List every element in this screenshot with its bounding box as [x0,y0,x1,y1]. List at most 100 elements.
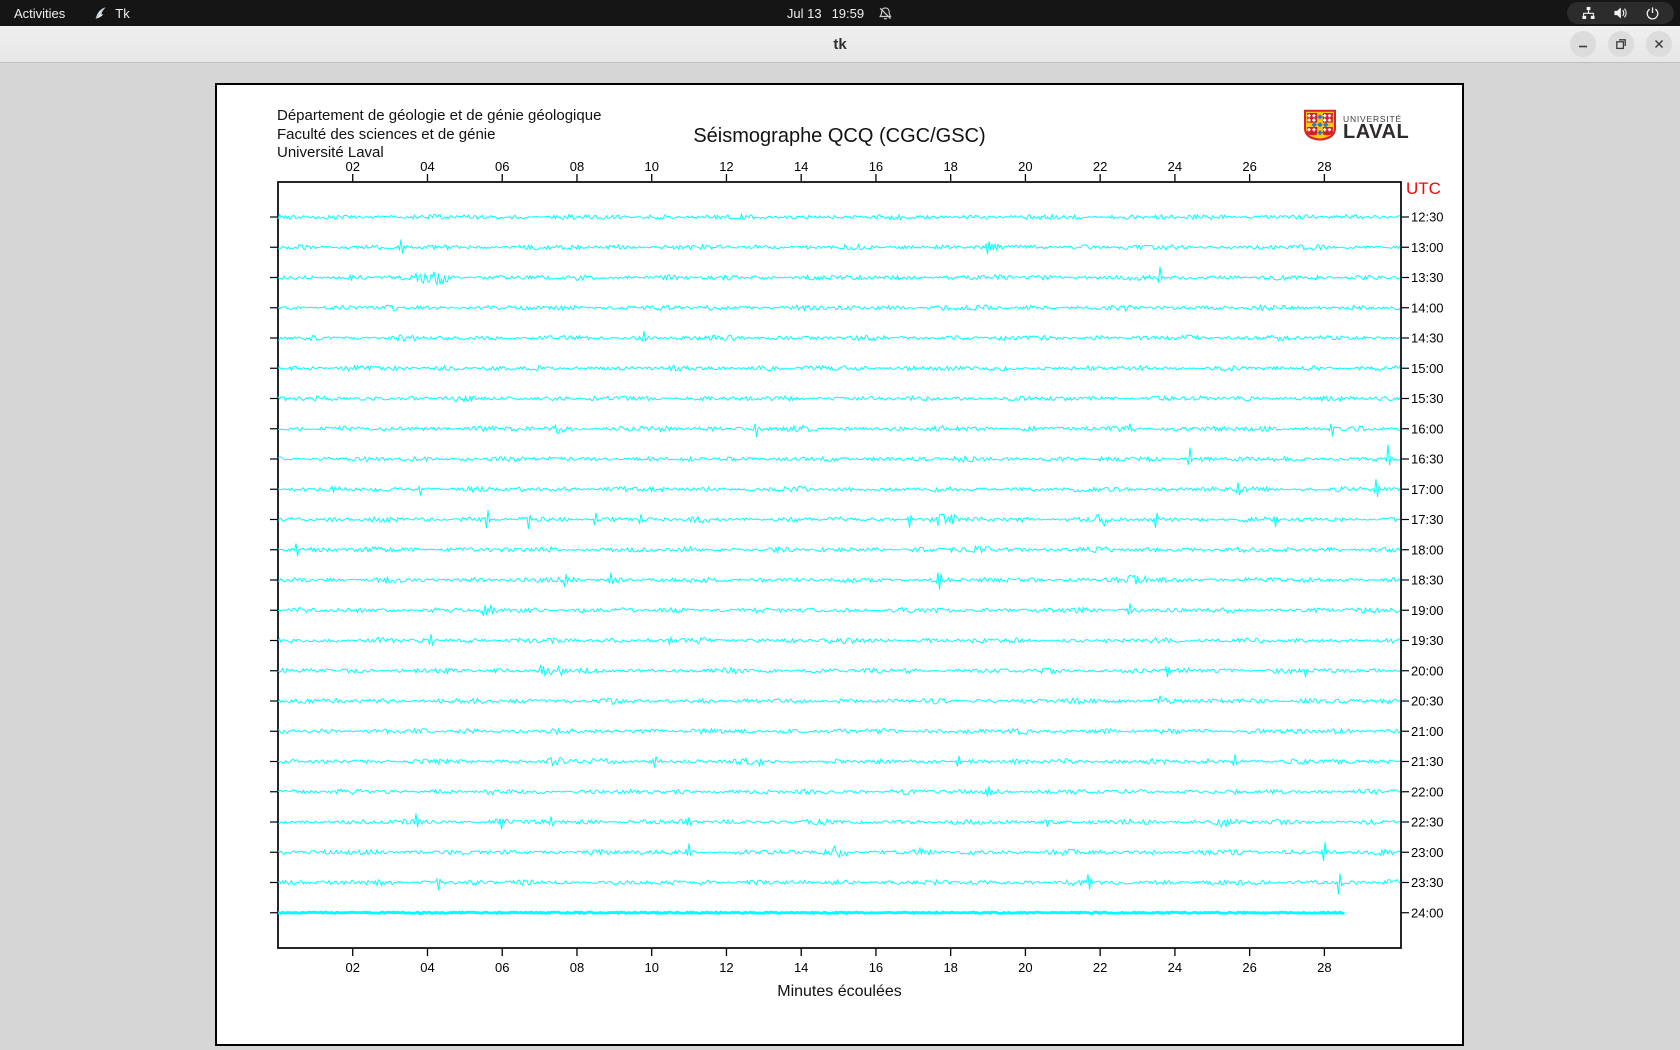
x-axis-tick-label-top: 18 [943,159,957,174]
power-icon [1645,6,1660,21]
seismogram-trace-16:30 [277,444,1401,466]
window-title: tk [833,35,847,53]
seismogram-trace-14:30 [277,330,1401,343]
x-axis-tick-label-bottom: 26 [1242,960,1256,975]
tk-app-label: Tk [115,5,130,21]
network-icon [1581,6,1596,20]
time-label: 14:30 [1411,331,1444,346]
x-axis-tick-label-bottom: 18 [943,960,957,975]
x-axis-tick-label-top: 20 [1018,159,1032,174]
system-tray[interactable] [1567,2,1674,24]
clock-time: 19:59 [831,5,865,21]
time-label: 21:00 [1411,724,1444,739]
seismogram-trace-15:30 [277,394,1401,403]
clock-date: Jul 13 [786,5,822,21]
x-axis-tick-label-bottom: 20 [1018,960,1032,975]
x-axis-tick-label-bottom: 06 [495,960,509,975]
time-label: 16:30 [1411,452,1444,467]
close-button[interactable] [1646,31,1672,57]
x-axis-caption: Minutes écoulées [777,983,902,1000]
x-axis-tick-label-bottom: 16 [869,960,883,975]
time-label: 19:00 [1411,603,1444,618]
time-label: 12:30 [1411,210,1444,225]
clock-button[interactable]: Jul 13 19:59 [787,0,893,26]
seismogram-trace-23:00 [277,841,1401,861]
time-label: 13:00 [1411,240,1444,255]
seismogram-trace-23:30 [277,873,1401,895]
x-axis-tick-label-top: 22 [1093,159,1107,174]
utc-axis-title: UTC [1406,179,1441,198]
tk-app-indicator[interactable]: Tk [93,0,130,26]
seismogram-trace-14:00 [277,303,1401,312]
seismogram-trace-24:00 [277,910,1345,916]
x-axis-tick-label-bottom: 22 [1093,960,1107,975]
seismogram-trace-15:00 [277,364,1401,373]
time-label: 21:30 [1411,754,1444,769]
seismogram-trace-20:00 [277,663,1401,678]
time-label: 15:30 [1411,391,1444,406]
window-content: Département de géologie et de génie géol… [0,63,1680,1050]
x-axis-tick-label-bottom: 12 [719,960,733,975]
seismogram-trace-19:00 [278,603,1401,617]
x-axis-tick-label-top: 08 [570,159,584,174]
x-axis-tick-label-top: 02 [346,159,360,174]
time-label: 14:00 [1411,300,1444,315]
seismogram-trace-22:00 [277,786,1400,797]
x-axis-tick-label-bottom: 02 [346,960,360,975]
seismogram-trace-17:00 [277,479,1401,497]
x-axis-tick-label-bottom: 14 [794,960,808,975]
x-axis-tick-label-top: 10 [644,159,658,174]
time-label: 17:30 [1411,512,1444,527]
time-label: 13:30 [1411,270,1444,285]
seismograph-chart: 02 02 04 04 06 06 08 08 10 10 12 12 14 14 16 16 18 18 20 20… [270,159,1444,975]
seismogram-trace-17:30 [277,509,1401,529]
time-label: 22:00 [1411,784,1444,799]
time-label: 20:00 [1411,663,1444,678]
time-label: 15:00 [1411,361,1444,376]
x-axis-tick-label-bottom: 10 [644,960,658,975]
seismogram-trace-22:30 [277,813,1401,830]
time-label: 17:00 [1411,482,1444,497]
time-label: 22:30 [1411,815,1444,830]
x-axis-tick-label-top: 12 [719,159,733,174]
maximize-button[interactable] [1608,31,1634,57]
x-axis-tick-label-bottom: 08 [570,960,584,975]
time-label: 18:00 [1411,542,1444,557]
activities-label: Activities [14,5,66,21]
x-axis-tick-label-bottom: 24 [1168,960,1182,975]
seismogram-trace-21:30 [277,754,1401,768]
seismogram-trace-16:00 [278,423,1401,438]
activities-button[interactable]: Activities [14,0,65,26]
x-axis-tick-label-bottom: 28 [1317,960,1331,975]
volume-icon [1613,6,1628,20]
seismogram-trace-12:30 [277,212,1401,222]
seismogram-trace-21:00 [277,727,1401,736]
x-axis-tick-label-top: 26 [1242,159,1256,174]
x-axis-tick-label-top: 04 [420,159,434,174]
time-label: 16:00 [1411,421,1444,436]
seismogram-trace-18:00 [277,543,1401,557]
x-axis-tick-label-top: 06 [495,159,509,174]
x-axis-tick-label-top: 14 [794,159,808,174]
seismogram-trace-13:00 [277,239,1401,255]
time-label: 18:30 [1411,573,1444,588]
time-label: 24:00 [1411,905,1444,920]
gnome-top-bar: Activities Tk Jul 13 19:59 [0,0,1680,26]
minimize-button[interactable] [1570,31,1596,57]
time-label: 23:00 [1411,845,1444,860]
window-titlebar: tk [0,26,1680,63]
tk-feather-icon [93,6,108,21]
seismogram-trace-13:30 [277,266,1401,287]
x-axis-tick-label-top: 24 [1168,159,1182,174]
time-label: 23:30 [1411,875,1444,890]
seismogram-trace-18:30 [277,572,1401,590]
plot-border [277,181,1402,949]
x-axis-tick-label-bottom: 04 [420,960,434,975]
time-label: 20:30 [1411,694,1444,709]
notifications-muted-icon [878,6,893,21]
seismogram-trace-20:30 [277,695,1401,706]
seismograph-canvas: Département de géologie et de génie géol… [215,83,1464,1046]
x-axis-tick-label-top: 28 [1317,159,1331,174]
time-label: 19:30 [1411,633,1444,648]
x-axis-tick-label-top: 16 [869,159,883,174]
